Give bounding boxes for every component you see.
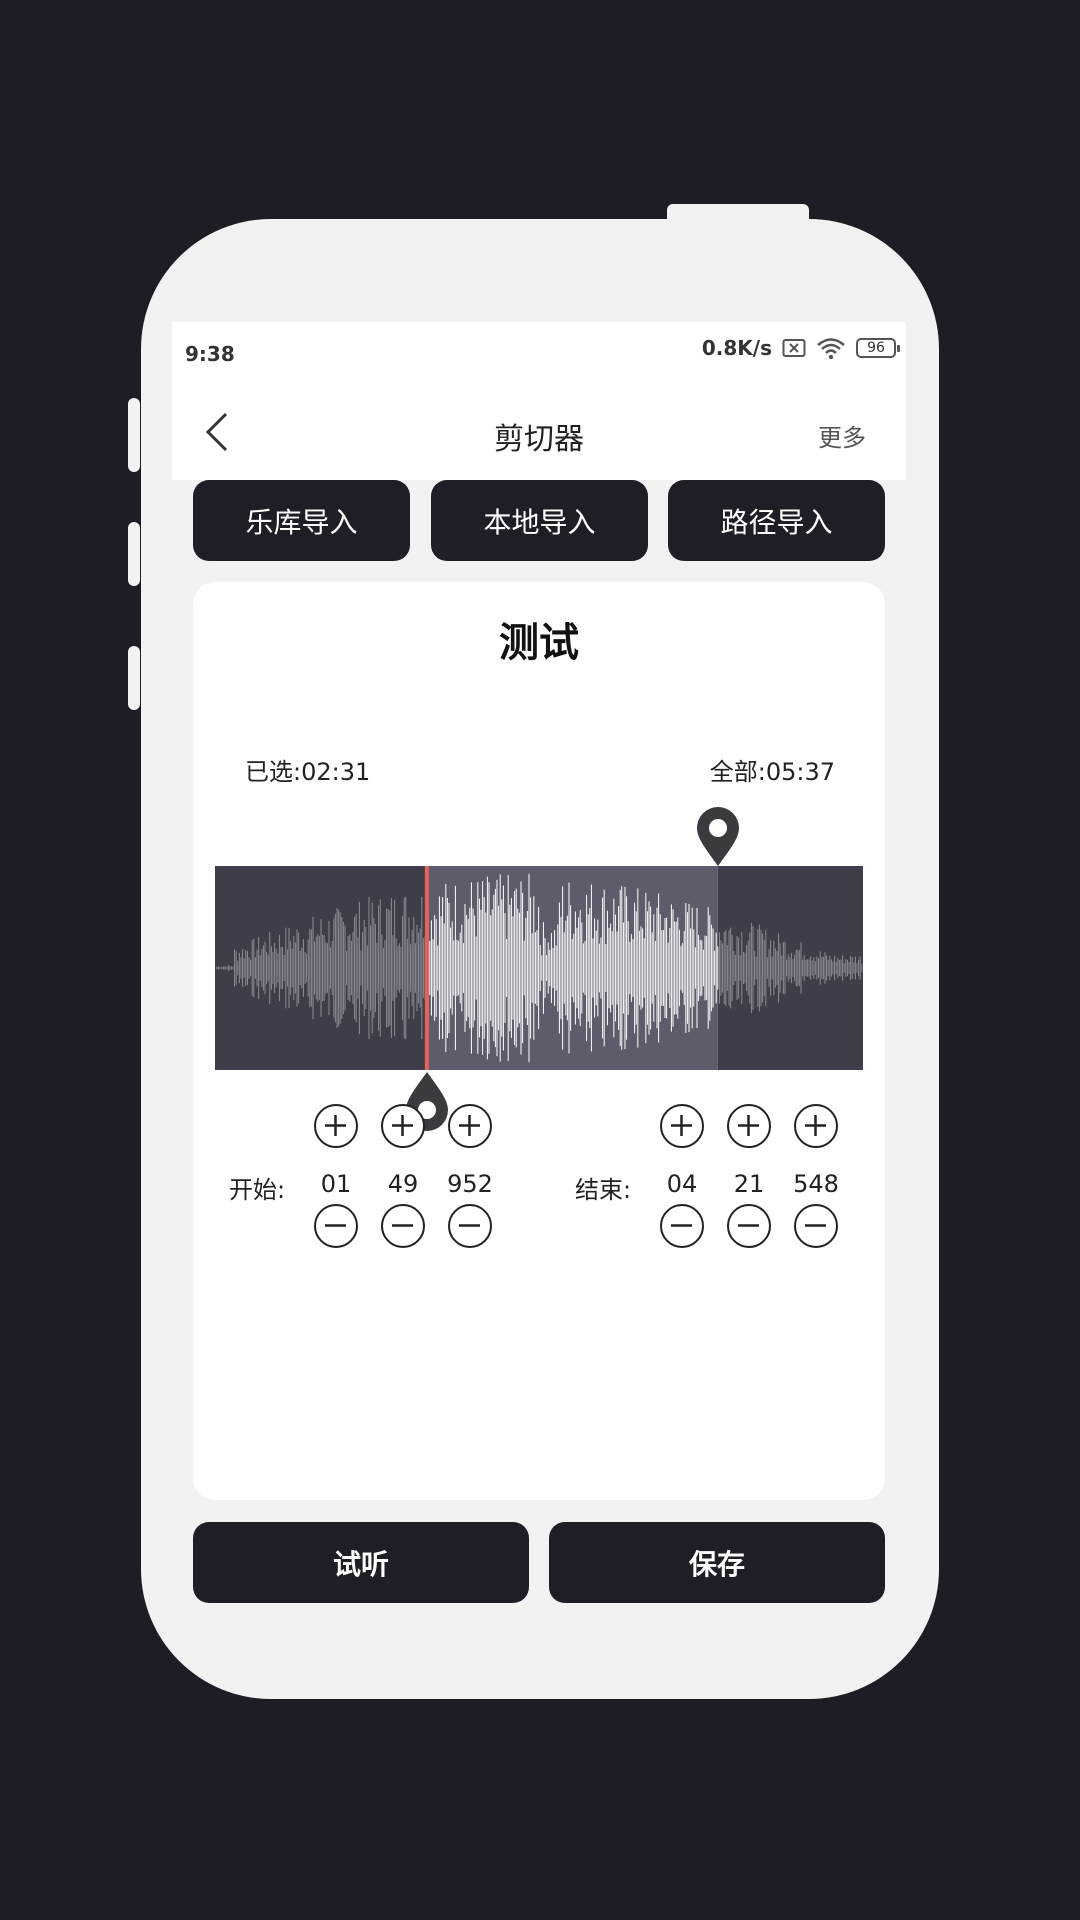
end-minute-plus-button[interactable] (660, 1104, 704, 1148)
path-import-button[interactable]: 路径导入 (668, 480, 885, 561)
minus-icon (805, 1224, 826, 1227)
page-title: 剪切器 (494, 422, 584, 457)
track-title: 测试 (499, 620, 579, 666)
battery-icon: 96 (856, 338, 900, 358)
nav-bar: 剪切器 更多 (172, 384, 906, 480)
minus-icon (325, 1224, 346, 1227)
app-screen: 9:38 0.8K/s 96 剪切器 更多 乐库导入 本地导入 路径导入 测试 … (172, 322, 906, 1618)
start-minute-plus-button[interactable] (314, 1104, 358, 1148)
phone-side-button (128, 522, 140, 586)
end-second-plus-button[interactable] (727, 1104, 771, 1148)
library-import-button[interactable]: 乐库导入 (193, 480, 410, 561)
phone-side-button (128, 646, 140, 710)
selected-duration: 已选:02:31 (245, 758, 371, 786)
preview-button[interactable]: 试听 (193, 1522, 529, 1603)
wifi-icon (817, 338, 845, 360)
end-marker-pin[interactable] (695, 806, 741, 872)
total-duration: 全部:05:37 (709, 758, 835, 786)
more-button[interactable]: 更多 (818, 418, 866, 453)
end-millisecond-plus-button[interactable] (794, 1104, 838, 1148)
battery-level: 96 (867, 340, 885, 356)
minus-icon (459, 1224, 480, 1227)
end-millisecond-value: 548 (793, 1170, 839, 1198)
net-speed: 0.8K/s (701, 336, 772, 360)
end-minute-value: 04 (666, 1170, 698, 1198)
start-millisecond-minus-button[interactable] (448, 1204, 492, 1248)
start-millisecond-value: 952 (447, 1170, 493, 1198)
plus-icon (392, 1115, 413, 1136)
start-minute-minus-button[interactable] (314, 1204, 358, 1248)
end-minute-minus-button[interactable] (660, 1204, 704, 1248)
waveform[interactable] (215, 866, 863, 1070)
playhead[interactable] (424, 866, 429, 1070)
minus-icon (392, 1224, 413, 1227)
plus-icon (459, 1115, 480, 1136)
end-millisecond-minus-button[interactable] (794, 1204, 838, 1248)
minus-icon (671, 1224, 692, 1227)
plus-icon (671, 1115, 692, 1136)
plus-icon (805, 1115, 826, 1136)
location-pin-icon (696, 807, 739, 866)
plus-icon (325, 1115, 346, 1136)
end-label: 结束: (575, 1176, 632, 1204)
start-second-plus-button[interactable] (381, 1104, 425, 1148)
minus-icon (738, 1224, 759, 1227)
phone-side-button (128, 398, 140, 472)
start-second-value: 49 (387, 1170, 419, 1198)
start-label: 开始: (229, 1176, 286, 1204)
start-millisecond-plus-button[interactable] (448, 1104, 492, 1148)
editor-card: 测试 已选:02:31 全部:05:37 开始: 结束: 01 49 952 04 21… (193, 582, 885, 1500)
status-time: 9:38 (185, 342, 235, 366)
end-second-minus-button[interactable] (727, 1204, 771, 1248)
save-button[interactable]: 保存 (549, 1522, 885, 1603)
no-sim-icon (782, 339, 806, 357)
start-second-minus-button[interactable] (381, 1204, 425, 1248)
start-minute-value: 01 (320, 1170, 352, 1198)
local-import-button[interactable]: 本地导入 (431, 480, 648, 561)
end-second-value: 21 (733, 1170, 765, 1198)
plus-icon (738, 1115, 759, 1136)
status-bar: 9:38 0.8K/s 96 (172, 322, 906, 384)
